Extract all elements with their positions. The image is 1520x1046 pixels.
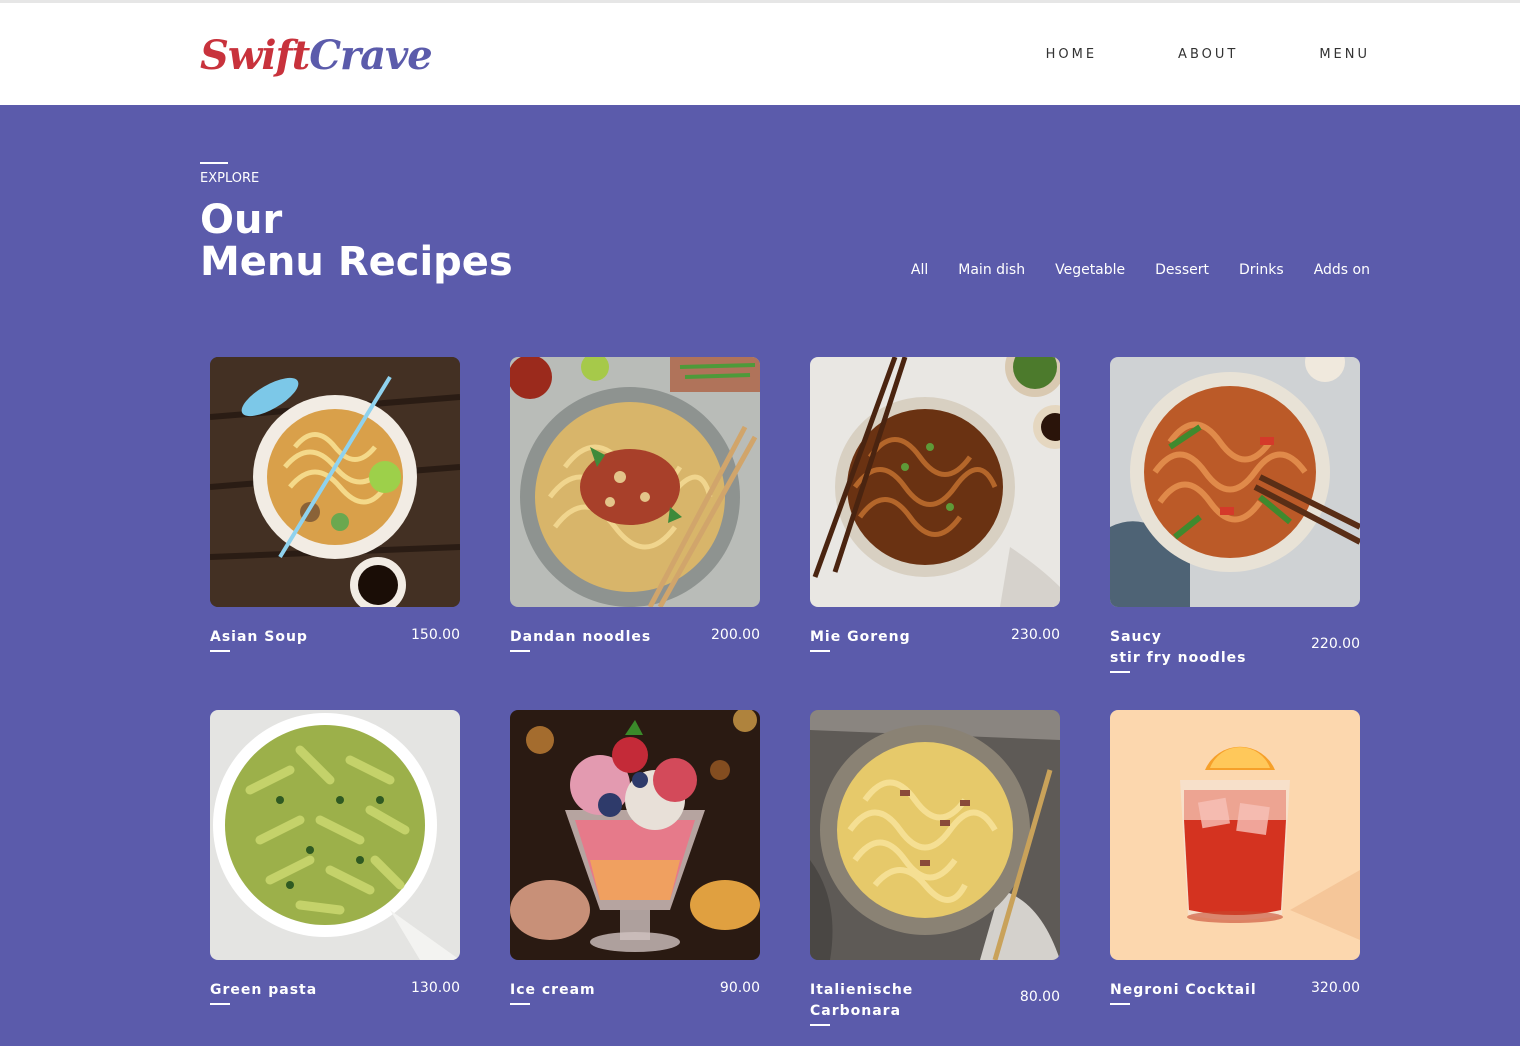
filter-adds-on[interactable]: Adds on	[1314, 262, 1370, 278]
menu-item-price: 220.00	[1311, 636, 1360, 652]
name-underline	[510, 1003, 530, 1005]
menu-card[interactable]: Green pasta 130.00	[210, 710, 460, 1046]
menu-item-price: 230.00	[1011, 627, 1060, 643]
dandan-noodles-image[interactable]	[510, 357, 760, 607]
filter-main-dish[interactable]: Main dish	[958, 262, 1025, 278]
menu-card[interactable]: Asian Soup 150.00	[210, 357, 460, 710]
filter-dessert[interactable]: Dessert	[1155, 262, 1209, 278]
menu-item-name[interactable]: Italienische Carbonara	[810, 980, 980, 1026]
filter-drinks[interactable]: Drinks	[1239, 262, 1284, 278]
nav-about[interactable]: ABOUT	[1178, 47, 1238, 62]
menu-item-price: 200.00	[711, 627, 760, 643]
menu-item-name[interactable]: Mie Goreng	[810, 627, 980, 652]
asian-soup-image[interactable]	[210, 357, 460, 607]
menu-item-price: 320.00	[1311, 980, 1360, 996]
category-filters: All Main dish Vegetable Dessert Drinks A…	[881, 262, 1370, 278]
menu-item-price: 130.00	[411, 980, 460, 996]
name-underline	[1110, 671, 1130, 673]
brand-logo[interactable]: SwiftCrave	[200, 32, 433, 79]
menu-item-name[interactable]: Negroni Cocktail	[1110, 980, 1280, 1005]
name-underline	[210, 1003, 230, 1005]
menu-item-name[interactable]: Asian Soup	[210, 627, 380, 652]
ice-cream-image[interactable]	[510, 710, 760, 960]
name-underline	[1110, 1003, 1130, 1005]
section-title: Our Menu Recipes	[200, 199, 513, 283]
menu-card[interactable]: Ice cream 90.00	[510, 710, 760, 1046]
menu-card[interactable]: Saucy stir fry noodles 220.00	[1110, 357, 1360, 710]
menu-item-price: 150.00	[411, 627, 460, 643]
eyebrow-line	[200, 162, 228, 164]
mie-goreng-image[interactable]	[810, 357, 1060, 607]
main-nav: HOME ABOUT MENU	[965, 47, 1370, 62]
name-underline	[510, 650, 530, 652]
menu-card[interactable]: Mie Goreng 230.00	[810, 357, 1060, 710]
green-pasta-image[interactable]	[210, 710, 460, 960]
carbonara-image[interactable]	[810, 710, 1060, 960]
menu-item-name[interactable]: Saucy stir fry noodles	[1110, 627, 1280, 673]
menu-item-name[interactable]: Green pasta	[210, 980, 380, 1005]
stir-fry-noodles-image[interactable]	[1110, 357, 1360, 607]
negroni-cocktail-image[interactable]	[1110, 710, 1360, 960]
section-eyebrow: EXPLORE	[200, 171, 260, 186]
filter-all[interactable]: All	[911, 262, 928, 278]
menu-card[interactable]: Dandan noodles 200.00	[510, 357, 760, 710]
menu-section: EXPLORE Our Menu Recipes All Main dish V…	[0, 105, 1520, 1046]
menu-grid: Asian Soup 150.00 Dandan noodles 200.00 …	[210, 357, 1360, 1046]
name-underline	[810, 650, 830, 652]
nav-home[interactable]: HOME	[1046, 47, 1097, 62]
menu-item-name[interactable]: Dandan noodles	[510, 627, 680, 652]
brand-logo-part2: Crave	[309, 32, 433, 79]
name-underline	[210, 650, 230, 652]
name-underline	[810, 1024, 830, 1026]
site-header: SwiftCrave HOME ABOUT MENU	[0, 3, 1520, 105]
section-title-line1: Our	[200, 197, 283, 243]
menu-item-name[interactable]: Ice cream	[510, 980, 680, 1005]
section-title-line2: Menu Recipes	[200, 239, 513, 285]
filter-vegetable[interactable]: Vegetable	[1055, 262, 1125, 278]
menu-card[interactable]: Italienische Carbonara 80.00	[810, 710, 1060, 1046]
menu-item-price: 90.00	[719, 980, 760, 996]
nav-menu[interactable]: MENU	[1319, 47, 1370, 62]
menu-card[interactable]: Negroni Cocktail 320.00	[1110, 710, 1360, 1046]
brand-logo-part1: Swift	[200, 32, 310, 79]
menu-item-price: 80.00	[1019, 989, 1060, 1005]
